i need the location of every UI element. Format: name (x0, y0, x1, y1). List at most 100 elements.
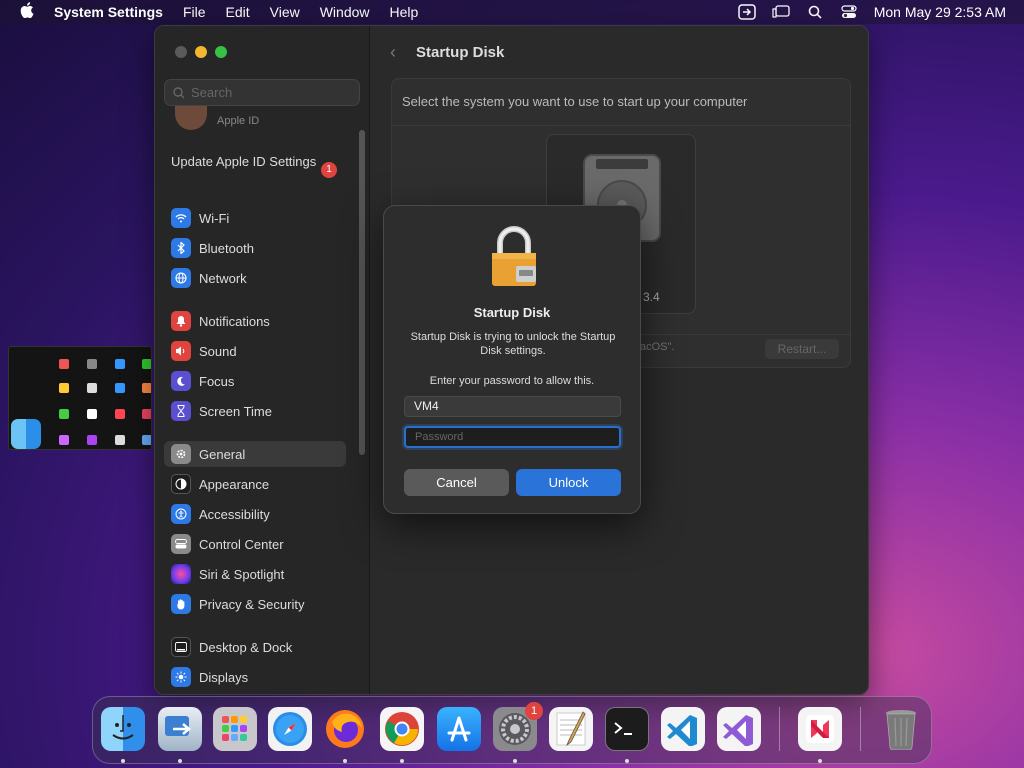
sidebar-item-label: Accessibility (199, 506, 270, 522)
accessibility-icon (171, 504, 191, 524)
search-placeholder: Search (191, 85, 233, 100)
auth-dialog: Startup Disk Startup Disk is trying to u… (383, 205, 641, 514)
thumb-app-icon (115, 359, 125, 369)
textedit-icon[interactable] (549, 707, 593, 751)
zoom-button[interactable] (215, 46, 227, 58)
sidebar-item-siri-spotlight[interactable]: Siri & Spotlight (164, 561, 346, 587)
sidebar-item-label: Wi-Fi (199, 210, 230, 226)
safari-icon[interactable] (268, 707, 312, 751)
spotlight-search-icon[interactable] (798, 2, 832, 22)
sidebar-item-label: Siri & Spotlight (199, 566, 285, 582)
menu-view[interactable]: View (260, 4, 310, 20)
menu-help[interactable]: Help (380, 4, 429, 20)
appearance-icon (171, 474, 191, 494)
chrome-icon[interactable] (380, 707, 424, 751)
sidebar-item-privacy-security[interactable]: Privacy & Security (164, 591, 346, 617)
sidebar-item-label: Control Center (199, 536, 284, 552)
sidebar-item-bluetooth[interactable]: Bluetooth (164, 235, 346, 261)
thumb-app-icon (142, 409, 151, 419)
sidebar-item-general[interactable]: General (164, 441, 346, 467)
control-center-icon[interactable] (832, 2, 866, 22)
sidebar-item-focus[interactable]: Focus (164, 368, 346, 394)
firefox-icon[interactable] (323, 707, 367, 751)
running-indicator (121, 759, 125, 763)
trash-icon[interactable] (879, 707, 923, 751)
sidebar-item-accessibility[interactable]: Accessibility (164, 501, 346, 527)
sidebar-item-wifi[interactable]: Wi-Fi (164, 205, 346, 231)
unlock-button[interactable]: Unlock (516, 469, 621, 496)
apple-id-label[interactable]: Apple ID (217, 115, 259, 127)
sidebar-item-label: General (199, 446, 246, 462)
restart-button[interactable]: Restart... (765, 339, 839, 359)
visual-studio-icon[interactable] (717, 707, 761, 751)
page-title: Startup Disk (416, 44, 505, 61)
sidebar-item-label: Desktop & Dock (199, 639, 293, 655)
running-indicator (400, 759, 404, 763)
hourglass-icon (171, 401, 191, 421)
migration-status-icon[interactable] (730, 2, 764, 22)
stage-manager-thumbnail[interactable] (8, 346, 152, 450)
sidebar-scrollbar[interactable] (359, 130, 365, 455)
cancel-button[interactable]: Cancel (404, 469, 509, 496)
thumb-app-icon (142, 435, 151, 445)
migration-icon[interactable] (158, 707, 202, 751)
sidebar-item-appearance[interactable]: Appearance (164, 471, 346, 497)
vscode-icon[interactable] (661, 707, 705, 751)
dock-separator (860, 707, 861, 751)
notification-badge: 1 (525, 702, 543, 720)
sidebar-item-notifications[interactable]: Notifications (164, 308, 346, 334)
finder-icon[interactable] (101, 707, 145, 751)
page-header: ‹ Startup Disk (390, 42, 504, 63)
sidebar-item-label: Sound (199, 343, 237, 359)
running-indicator (343, 759, 347, 763)
apple-menu-icon[interactable] (0, 2, 54, 22)
back-chevron-icon[interactable]: ‹ (390, 42, 396, 63)
avatar[interactable] (175, 106, 207, 130)
stage-manager-icon[interactable] (764, 2, 798, 22)
thumb-app-icon (115, 383, 125, 393)
thumb-app-icon (59, 383, 69, 393)
password-field[interactable]: Password (404, 426, 621, 448)
sidebar-item-label: Notifications (199, 313, 270, 329)
disk-name-label: 3.4 (643, 290, 660, 304)
sidebar-item-network[interactable]: Network (164, 265, 346, 291)
thumb-app-icon (87, 435, 97, 445)
sidebar-item-screen-time[interactable]: Screen Time (164, 398, 346, 424)
bluetooth-icon (171, 238, 191, 258)
finder-icon (11, 419, 41, 449)
sidebar-item-control-center[interactable]: Control Center (164, 531, 346, 557)
menu-edit[interactable]: Edit (216, 4, 260, 20)
username-field[interactable]: VM4 (404, 396, 621, 417)
sidebar: Search Apple ID Update Apple ID Settings… (155, 26, 370, 694)
dialog-message: Startup Disk is trying to unlock the Sta… (410, 331, 616, 357)
close-button[interactable] (175, 46, 187, 58)
running-indicator (818, 759, 822, 763)
menu-file[interactable]: File (173, 4, 216, 20)
menu-app-name[interactable]: System Settings (54, 4, 173, 20)
divider (392, 125, 850, 126)
sidebar-item-displays[interactable]: Displays (164, 664, 346, 690)
hand-icon (171, 594, 191, 614)
thumb-app-icon (87, 383, 97, 393)
app-store-icon[interactable] (437, 707, 481, 751)
sidebar-item-label: Appearance (199, 476, 270, 492)
sidebar-item-desktop-dock[interactable]: Desktop & Dock (164, 634, 346, 660)
launchpad-icon[interactable] (213, 707, 257, 751)
update-badge: 1 (321, 162, 337, 178)
menu-window[interactable]: Window (310, 4, 380, 20)
thumb-app-icon (59, 359, 69, 369)
sidebar-item-sound[interactable]: Sound (164, 338, 346, 364)
terminal-icon[interactable] (605, 707, 649, 751)
startup-description: Select the system you want to use to sta… (402, 94, 748, 109)
minimize-button[interactable] (195, 46, 207, 58)
menu-clock[interactable]: Mon May 29 2:53 AM (874, 4, 1006, 20)
speaker-icon (171, 341, 191, 361)
thumb-app-icon (142, 383, 151, 393)
sidebar-item-label: Privacy & Security (199, 596, 305, 612)
globe-icon (171, 268, 191, 288)
search-input[interactable]: Search (164, 79, 360, 106)
dock-icon (171, 637, 191, 657)
window-controls (175, 46, 227, 58)
thumb-app-icon (59, 409, 69, 419)
news-icon[interactable] (798, 707, 842, 751)
